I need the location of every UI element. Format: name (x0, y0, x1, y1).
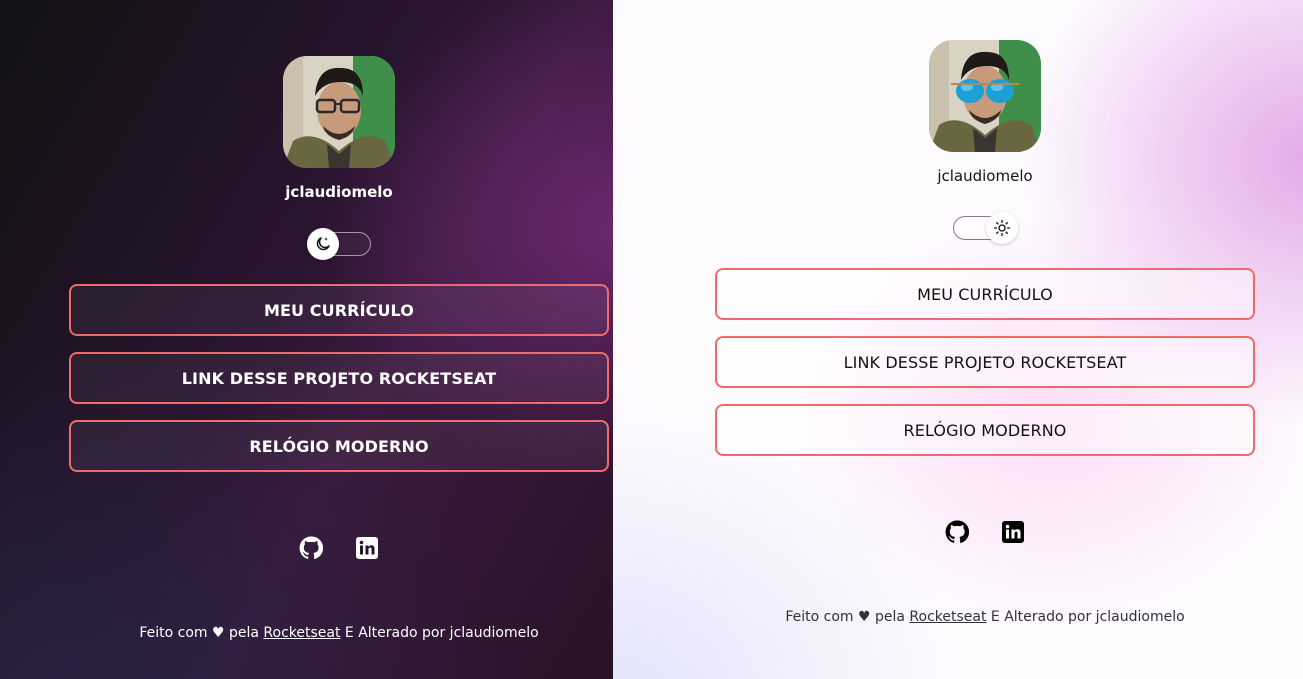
footer-suffix: E Alterado por jclaudiomelo (986, 609, 1185, 625)
github-link[interactable] (299, 536, 324, 560)
social-links (299, 536, 379, 560)
footer: Feito com ♥ pela Rocketseat E Alterado p… (99, 625, 579, 641)
dark-theme-panel: jclaudiomelo MEU CURRÍCULO LINK DESSE PR… (0, 0, 613, 679)
rocketseat-project-button[interactable]: LINK DESSE PROJETO ROCKETSEAT (69, 352, 609, 404)
linkedin-icon (1002, 521, 1024, 543)
rocketseat-link[interactable]: Rocketseat (909, 609, 986, 625)
social-links (945, 520, 1025, 544)
avatar-photo (283, 56, 395, 168)
avatar-photo (929, 40, 1041, 152)
theme-toggle-knob[interactable] (307, 228, 339, 260)
curriculum-button[interactable]: MEU CURRÍCULO (715, 268, 1255, 320)
sun-icon (993, 219, 1011, 237)
modern-clock-button[interactable]: RELÓGIO MODERNO (69, 420, 609, 472)
links-list: MEU CURRÍCULO LINK DESSE PROJETO ROCKETS… (715, 268, 1255, 472)
linkedin-link[interactable] (1001, 520, 1025, 544)
moon-icon (316, 237, 330, 251)
profile-avatar (283, 56, 395, 168)
rocketseat-project-button[interactable]: LINK DESSE PROJETO ROCKETSEAT (715, 336, 1255, 388)
username: jclaudiomelo (285, 183, 393, 201)
github-icon (299, 536, 324, 560)
github-icon (945, 520, 970, 544)
theme-toggle[interactable] (953, 212, 1018, 244)
footer-prefix: Feito com ♥ pela (785, 609, 910, 625)
theme-toggle-knob[interactable] (986, 212, 1018, 244)
linkedin-icon (356, 537, 378, 559)
footer-suffix: E Alterado por jclaudiomelo (340, 625, 539, 641)
curriculum-button[interactable]: MEU CURRÍCULO (69, 284, 609, 336)
modern-clock-button[interactable]: RELÓGIO MODERNO (715, 404, 1255, 456)
links-list: MEU CURRÍCULO LINK DESSE PROJETO ROCKETS… (69, 284, 609, 488)
profile-avatar (929, 40, 1041, 152)
linkedin-link[interactable] (355, 536, 379, 560)
theme-toggle[interactable] (307, 228, 371, 260)
footer-prefix: Feito com ♥ pela (139, 625, 264, 641)
username: jclaudiomelo (937, 167, 1033, 185)
rocketseat-link[interactable]: Rocketseat (263, 625, 340, 641)
footer: Feito com ♥ pela Rocketseat E Alterado p… (745, 609, 1225, 625)
light-theme-panel: jclaudiomelo MEU CURRÍCULO LINK DESSE PR… (613, 0, 1303, 679)
github-link[interactable] (945, 520, 970, 544)
